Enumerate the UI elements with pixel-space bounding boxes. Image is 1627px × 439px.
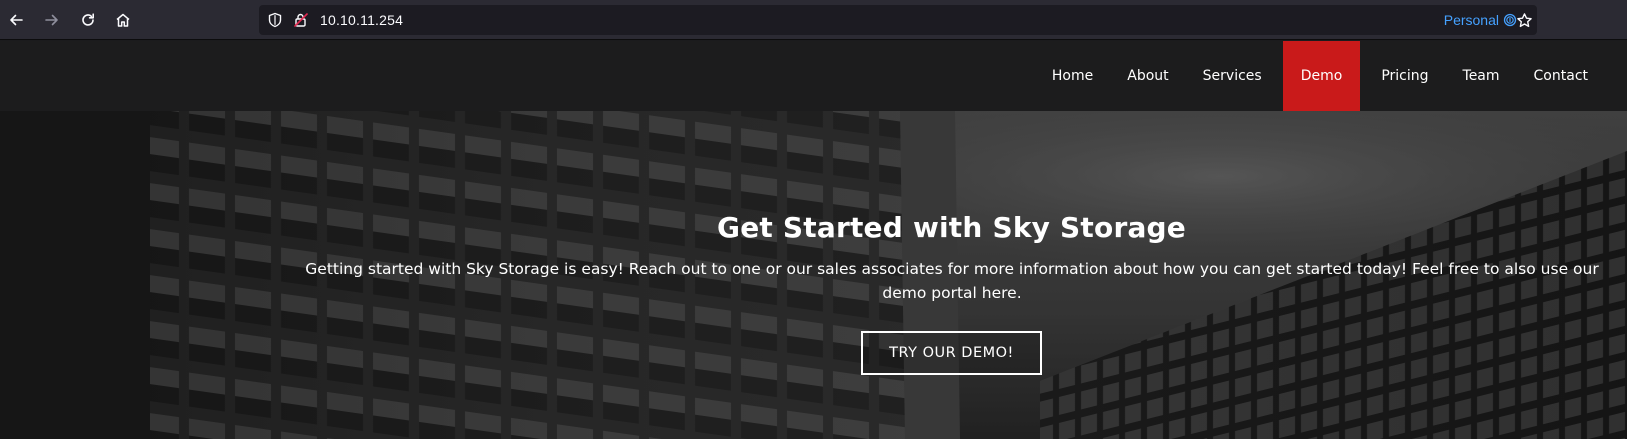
nav-item-demo[interactable]: Demo (1282, 41, 1361, 111)
arrow-left-icon (10, 14, 23, 26)
home-icon (116, 13, 130, 27)
nav-item-services[interactable]: Services (1186, 41, 1279, 111)
nav-item-contact[interactable]: Contact (1517, 41, 1605, 111)
insecure-lock-icon[interactable] (293, 12, 309, 28)
nav-item-home[interactable]: Home (1035, 41, 1110, 111)
home-button[interactable] (109, 6, 137, 34)
url-bar[interactable]: 10.10.11.254 Personal (259, 5, 1537, 35)
nav-item-pricing[interactable]: Pricing (1364, 41, 1445, 111)
browser-toolbar: 10.10.11.254 Personal (0, 0, 1627, 40)
forward-button[interactable] (38, 6, 66, 34)
back-button[interactable] (2, 6, 30, 34)
bookmark-star-button[interactable] (1510, 6, 1538, 34)
tracking-shield-icon[interactable] (267, 12, 283, 28)
reload-button[interactable] (74, 6, 102, 34)
hero-description: Getting started with Sky Storage is easy… (305, 260, 1599, 302)
arrow-right-icon (45, 14, 58, 26)
hero-section: Get Started with Sky Storage Getting sta… (0, 111, 1627, 439)
reload-icon (82, 13, 94, 26)
hero-title: Get Started with Sky Storage (717, 211, 1186, 244)
star-icon (1516, 12, 1532, 27)
nav-item-team[interactable]: Team (1446, 41, 1517, 111)
nav-item-about[interactable]: About (1110, 41, 1185, 111)
site-header: Home About Services Demo Pricing Team Co… (0, 41, 1627, 111)
main-nav: Home About Services Demo Pricing Team Co… (1035, 41, 1605, 111)
url-text[interactable]: 10.10.11.254 (320, 5, 403, 35)
try-demo-button[interactable]: TRY OUR DEMO! (861, 331, 1042, 375)
container-label: Personal (1443, 12, 1499, 28)
